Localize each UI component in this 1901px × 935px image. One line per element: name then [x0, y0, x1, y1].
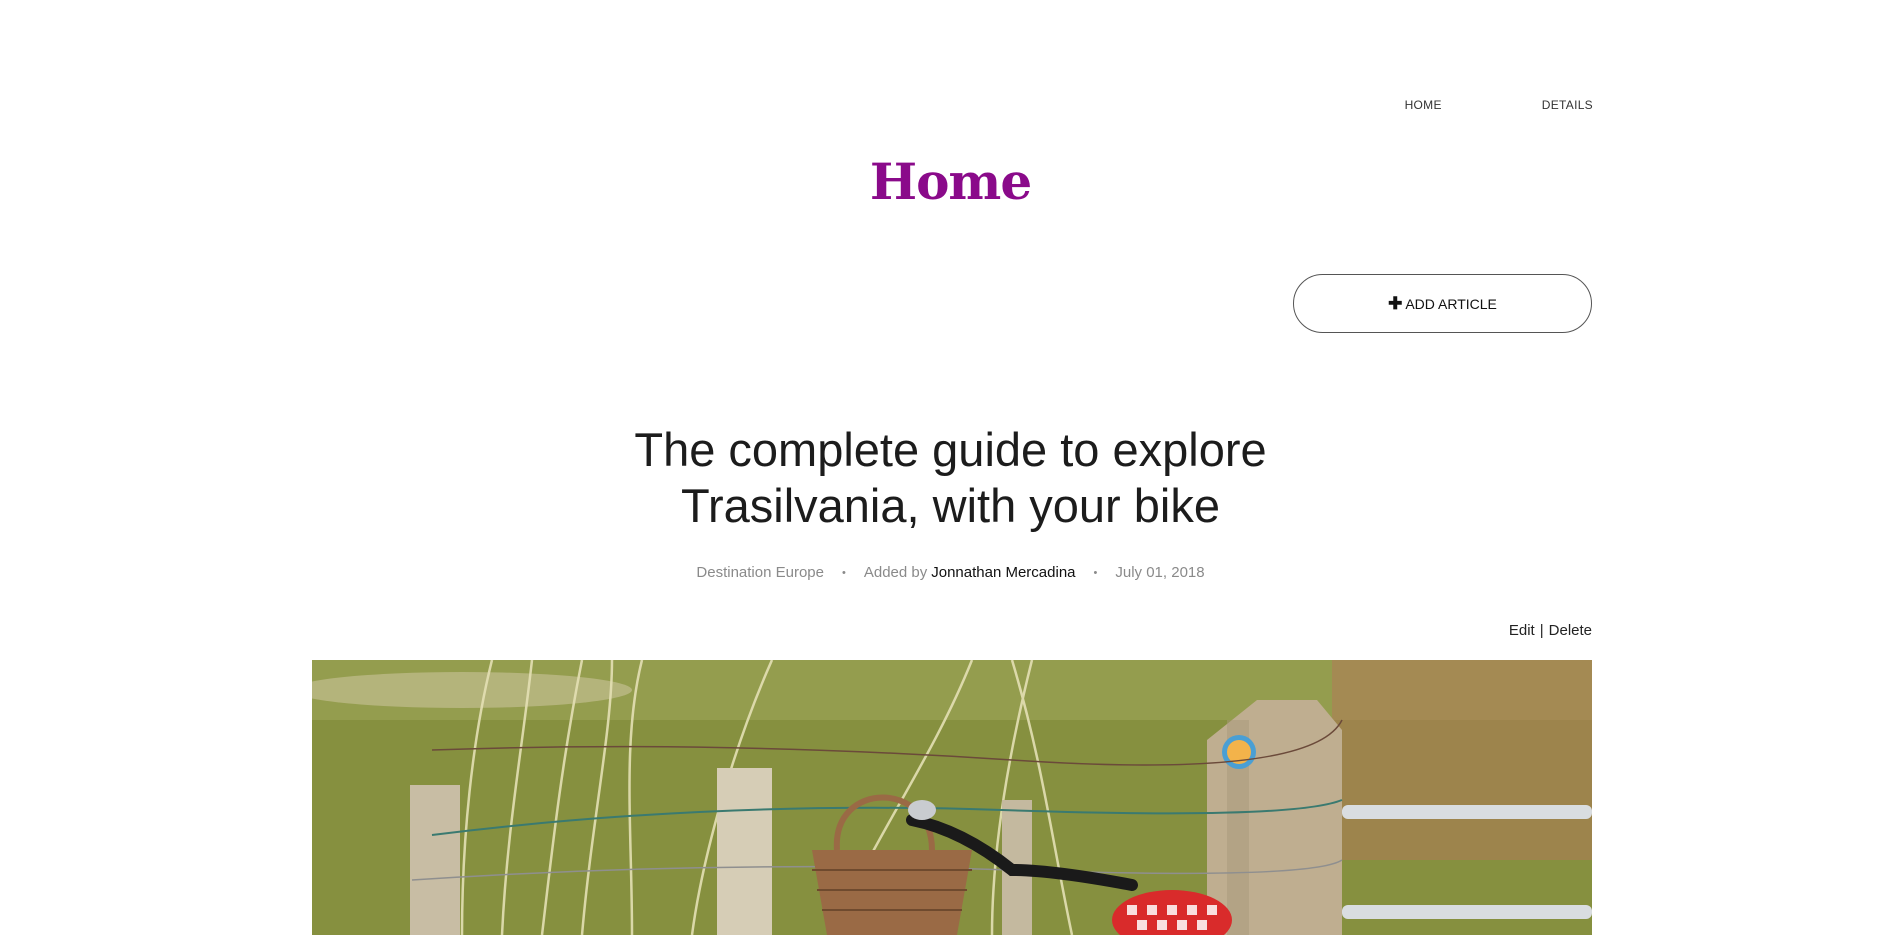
add-article-button[interactable]: ✚ ADD ARTICLE [1293, 274, 1592, 333]
hero-illustration [312, 660, 1592, 935]
added-by-label: Added by [863, 564, 928, 581]
meta-separator: • [841, 566, 846, 579]
site-title: Home [869, 152, 1032, 211]
nav-details-link[interactable]: DETAILS [1542, 98, 1593, 112]
top-nav: HOME DETAILS [1405, 98, 1593, 112]
article-title: The complete guide to explore Trasilvani… [0, 422, 1901, 534]
article-actions: Edit | Delete [1509, 622, 1592, 639]
add-article-label: ADD ARTICLE [1405, 295, 1497, 312]
page: HOME DETAILS Home ✚ ADD ARTICLE The comp… [0, 0, 1901, 935]
article-title-line-1: The complete guide to explore [634, 423, 1267, 476]
article-meta: Destination Europe • Added by Jonnathan … [0, 564, 1901, 581]
meta-separator: • [1093, 566, 1098, 579]
nav-home-link[interactable]: HOME [1405, 98, 1442, 112]
plus-icon: ✚ [1388, 294, 1403, 313]
article-title-line-2: Trasilvania, with your bike [681, 479, 1220, 532]
delete-link[interactable]: Delete [1549, 622, 1592, 639]
article-hero-image [312, 660, 1592, 935]
article-date: July 01, 2018 [1115, 564, 1205, 581]
article-category: Destination Europe [696, 564, 824, 581]
article-author: Jonnathan Mercadina [931, 564, 1076, 581]
edit-link[interactable]: Edit [1509, 622, 1535, 639]
actions-divider: | [1539, 622, 1544, 639]
